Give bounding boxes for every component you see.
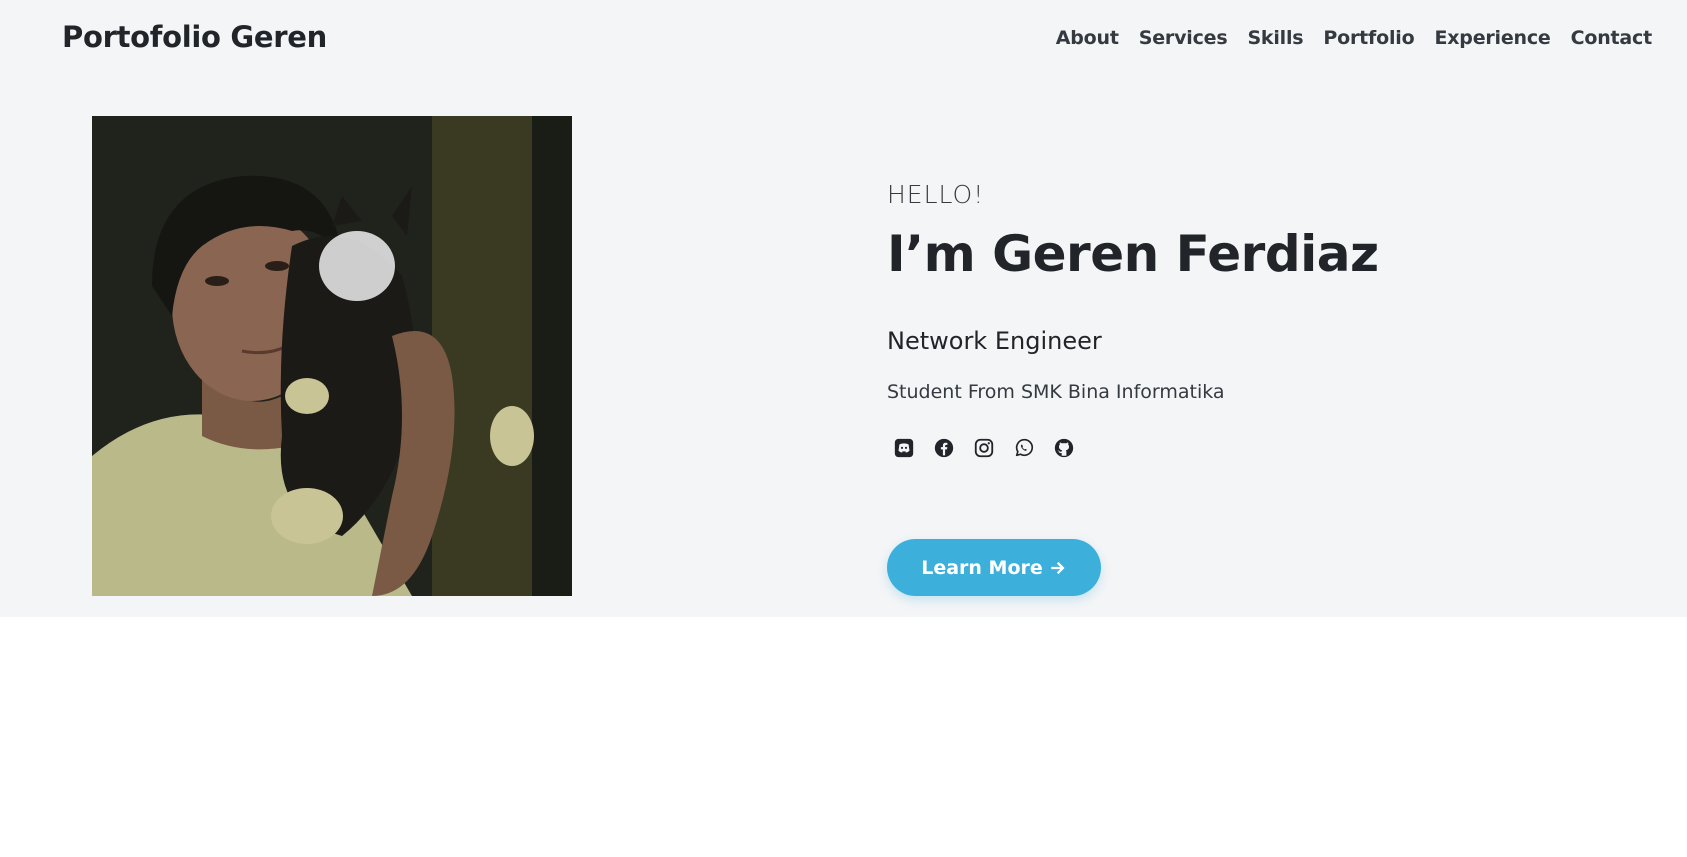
hero-name: I’m Geren Ferdiaz [887,225,1379,283]
nav-links: About Services Skills Portfolio Experien… [1056,27,1652,49]
whatsapp-icon[interactable] [1013,437,1035,459]
learn-more-button[interactable]: Learn More [887,539,1101,596]
nav-link-services[interactable]: Services [1139,27,1228,49]
instagram-icon[interactable] [973,437,995,459]
nav-link-experience[interactable]: Experience [1434,27,1550,49]
brand-logo[interactable]: Portofolio Geren [62,20,327,54]
discord-icon[interactable] [893,437,915,459]
profile-photo [92,116,572,596]
arrow-right-icon [1051,561,1065,574]
github-icon[interactable] [1053,437,1075,459]
hero-role: Network Engineer [887,327,1102,355]
nav-link-about[interactable]: About [1056,27,1119,49]
hero-school: Student From SMK Bina Informatika [887,381,1225,403]
social-links [893,437,1587,459]
facebook-icon[interactable] [933,437,955,459]
nav-link-portfolio[interactable]: Portfolio [1323,27,1414,49]
nav-link-skills[interactable]: Skills [1247,27,1303,49]
greeting-text: HELLO! [887,180,985,209]
hero-intro: HELLO! I’m Geren Ferdiaz Network Enginee… [887,180,1587,459]
nav-link-contact[interactable]: Contact [1571,27,1653,49]
learn-more-label: Learn More [921,556,1043,579]
navbar: Portofolio Geren About Services Skills P… [0,0,1687,78]
